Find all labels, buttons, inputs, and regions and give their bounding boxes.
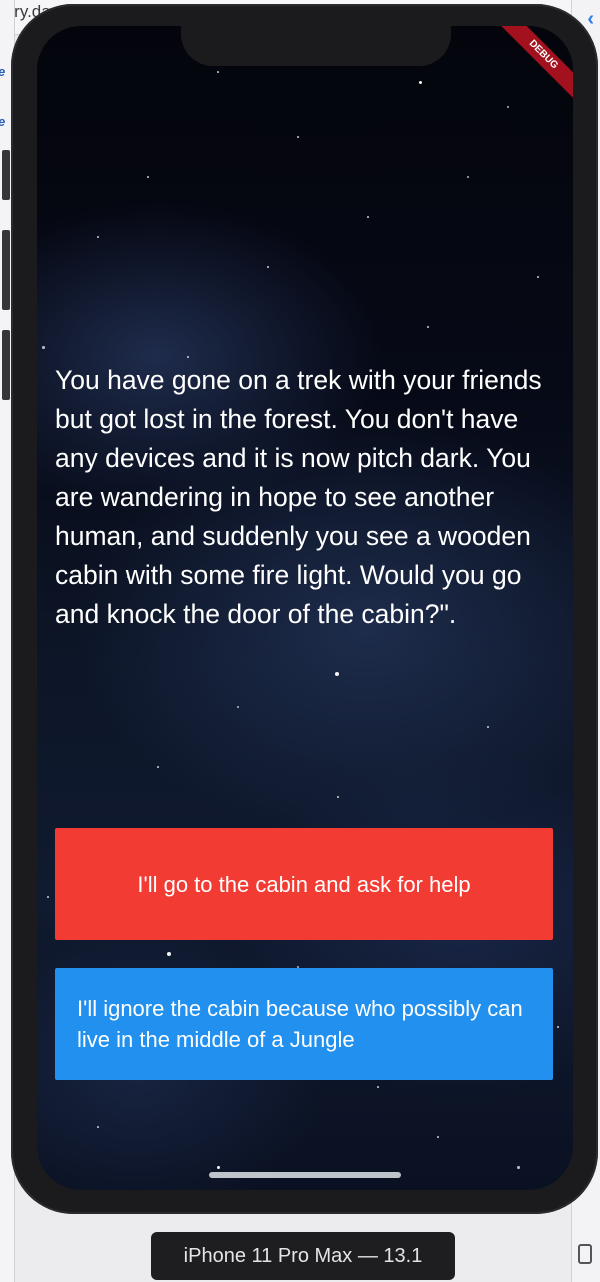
star-dot (97, 236, 99, 238)
star-dot (47, 896, 49, 898)
home-indicator[interactable] (209, 1172, 401, 1178)
star-dot (187, 356, 189, 358)
star-dot (297, 136, 299, 138)
star-dot (267, 266, 269, 268)
star-dot (217, 71, 219, 73)
star-dot (237, 706, 239, 708)
simulator-window: tory.da e e ‹ DEBUG You have gone on a t… (0, 0, 600, 1282)
star-dot (557, 1026, 559, 1028)
gutter-block (2, 330, 10, 400)
star-dot (157, 766, 159, 768)
star-dot (217, 1166, 220, 1169)
star-dot (437, 1136, 439, 1138)
phone-notch (181, 8, 451, 66)
star-dot (167, 952, 171, 956)
star-dot (147, 176, 149, 178)
star-dot (335, 672, 339, 676)
star-dot (97, 1126, 99, 1128)
star-dot (427, 326, 429, 328)
star-dot (487, 726, 489, 728)
story-text: You have gone on a trek with your friend… (55, 364, 542, 629)
star-dot (419, 81, 422, 84)
chevron-left-icon[interactable]: ‹ (587, 8, 594, 31)
star-dot (467, 176, 469, 178)
app-screen: DEBUG You have gone on a trek with your … (37, 26, 573, 1190)
star-dot (367, 216, 369, 218)
star-dot (517, 1166, 520, 1169)
gutter-block (2, 230, 10, 310)
star-dot (537, 276, 539, 278)
device-name-label: iPhone 11 Pro Max — 13.1 (151, 1232, 455, 1280)
choice-2-button[interactable]: I'll ignore the cabin because who possib… (55, 968, 553, 1080)
star-dot (507, 106, 509, 108)
star-dot (42, 346, 45, 349)
choice-1-button[interactable]: I'll go to the cabin and ask for help (55, 828, 553, 940)
gutter-block (2, 150, 10, 200)
star-dot (377, 1086, 379, 1088)
gutter-marker: e (0, 114, 10, 129)
star-dot (337, 796, 339, 798)
device-icon[interactable] (578, 1244, 592, 1264)
gutter-marker: e (0, 64, 10, 79)
